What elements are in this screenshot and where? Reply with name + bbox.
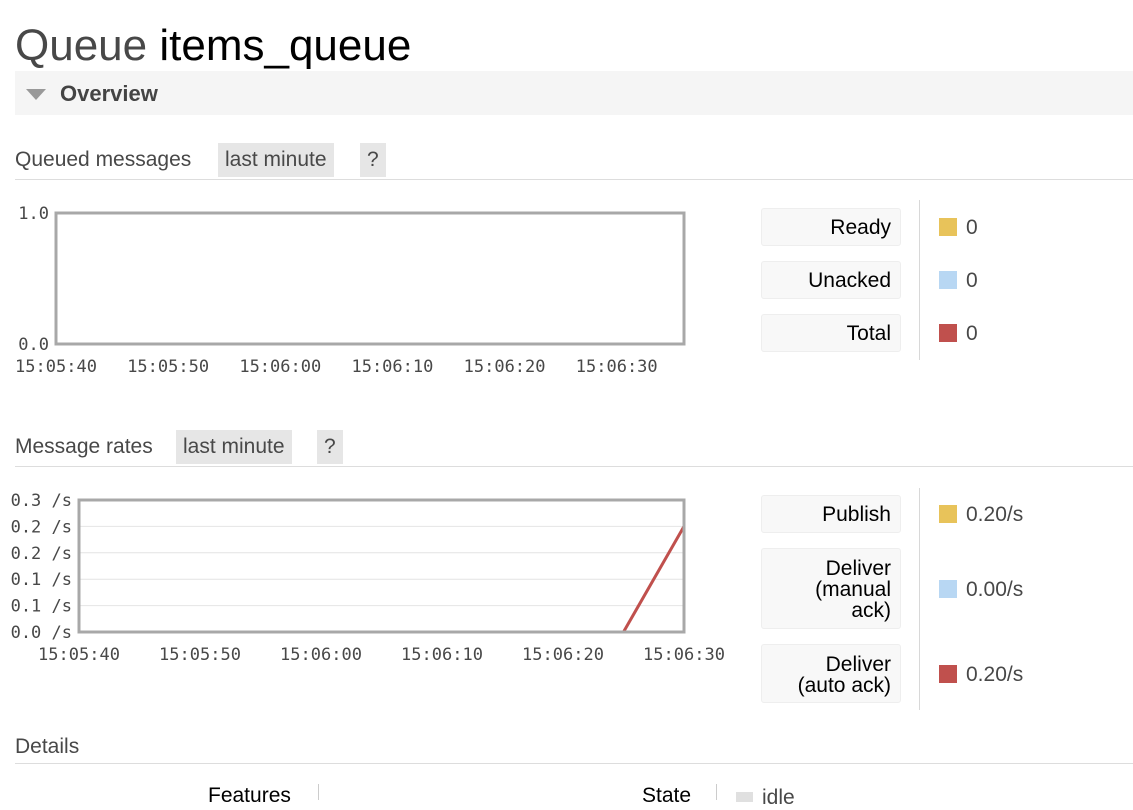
y-tick-label: 0.3 /s	[11, 491, 72, 511]
deliver-manual-line1: Deliver	[825, 557, 891, 580]
legend-total-label: Total	[761, 314, 901, 352]
deliver-manual-swatch	[939, 580, 957, 598]
state-indicator	[736, 792, 753, 802]
overview-section-toggle[interactable]: Overview	[15, 71, 1133, 115]
page-title-prefix: Queue	[15, 21, 148, 70]
queued-messages-header: Queued messages last minute ?	[15, 143, 1133, 180]
x-tick-label: 15:06:20	[464, 357, 546, 377]
x-tick-label: 15:05:50	[159, 645, 241, 665]
features-column-separator	[318, 784, 319, 800]
deliver-auto-swatch	[939, 665, 957, 683]
message-rates-range-button[interactable]: last minute	[176, 430, 292, 464]
deliver-auto-rate: 0.20/s	[966, 663, 1024, 686]
message-rates-chart: 0.0 /s 0.1 /s 0.1 /s 0.2 /s 0.2 /s 0.3 /s 15:0…	[0, 480, 740, 685]
y-tick-label: 0.1 /s	[11, 597, 72, 617]
queued-messages-chart-svg: 0.0 1.0 15:05:40 15:05:50 15:06:00 15:06:10 15…	[15, 204, 686, 377]
x-tick-label: 15:06:00	[239, 357, 321, 377]
deliver-manual-line2: (manual	[815, 578, 891, 601]
page-title: Queue items_queue	[15, 18, 411, 74]
y-tick-label: 0.0 /s	[11, 623, 72, 643]
state-column-separator	[716, 784, 717, 800]
message-rates-header: Message rates last minute ?	[15, 430, 1133, 467]
legend-unacked-value: 0	[939, 269, 978, 293]
ready-swatch	[939, 218, 957, 236]
x-tick-label: 15:05:40	[15, 357, 97, 377]
legend-deliver-manual-value: 0.00/s	[939, 578, 1023, 602]
unacked-count: 0	[966, 269, 978, 292]
legend-total-value: 0	[939, 322, 978, 346]
queued-messages-chart: 0.0 1.0 15:05:40 15:05:50 15:06:00 15:06:10 15…	[0, 190, 720, 385]
y-tick-label: 1.0	[18, 204, 49, 224]
y-tick-label: 0.1 /s	[11, 570, 72, 590]
total-count: 0	[966, 322, 978, 345]
legend-publish-value: 0.20/s	[939, 503, 1023, 527]
x-tick-label: 15:06:30	[643, 645, 725, 665]
deliver-manual-line3: ack)	[851, 599, 891, 622]
overview-section-label: Overview	[60, 81, 158, 106]
legend-deliver-manual-label: Deliver (manual ack)	[761, 548, 901, 629]
publish-swatch	[939, 505, 957, 523]
message-rates-chart-svg: 0.0 /s 0.1 /s 0.1 /s 0.2 /s 0.2 /s 0.3 /s 15:0…	[11, 491, 725, 665]
deliver-manual-rate: 0.00/s	[966, 578, 1024, 601]
legend-deliver-auto-label: Deliver (auto ack)	[761, 644, 901, 703]
features-column-header: Features	[208, 784, 291, 807]
legend-ready-label: Ready	[761, 208, 901, 246]
queued-messages-heading: Queued messages	[15, 148, 192, 171]
x-tick-label: 15:06:30	[576, 357, 658, 377]
deliver-auto-line1: Deliver	[825, 653, 891, 676]
rates-legend-separator	[919, 488, 920, 710]
total-swatch	[939, 324, 957, 342]
ready-count: 0	[966, 216, 978, 239]
x-tick-label: 15:06:00	[280, 645, 362, 665]
plot-area	[79, 500, 684, 632]
x-tick-label: 15:06:10	[351, 357, 433, 377]
legend-ready-value: 0	[939, 216, 978, 240]
publish-rate: 0.20/s	[966, 503, 1024, 526]
x-tick-label: 15:06:10	[401, 645, 483, 665]
queued-messages-range-button[interactable]: last minute	[218, 143, 334, 177]
message-rates-help-button[interactable]: ?	[317, 430, 343, 464]
x-tick-label: 15:06:20	[522, 645, 604, 665]
details-heading: Details	[15, 735, 80, 758]
y-tick-label: 0.2 /s	[11, 517, 72, 537]
queue-name: items_queue	[159, 21, 412, 70]
x-tick-label: 15:05:50	[127, 357, 209, 377]
collapse-triangle-icon	[26, 89, 46, 100]
deliver-auto-line2: (auto ack)	[797, 674, 891, 697]
queued-messages-help-button[interactable]: ?	[360, 143, 386, 177]
plot-area	[56, 213, 684, 344]
legend-publish-label: Publish	[761, 495, 901, 533]
legend-deliver-auto-value: 0.20/s	[939, 663, 1023, 687]
legend-separator	[919, 200, 920, 360]
unacked-swatch	[939, 271, 957, 289]
state-value: idle	[762, 786, 795, 809]
x-tick-label: 15:05:40	[38, 645, 120, 665]
legend-unacked-label: Unacked	[761, 261, 901, 299]
y-tick-label: 0.0	[18, 335, 49, 355]
publish-label-line1: Publish	[822, 503, 891, 526]
y-tick-label: 0.2 /s	[11, 544, 72, 564]
message-rates-heading: Message rates	[15, 435, 153, 458]
state-column-header: State	[642, 784, 692, 807]
details-header: Details	[15, 733, 1133, 764]
